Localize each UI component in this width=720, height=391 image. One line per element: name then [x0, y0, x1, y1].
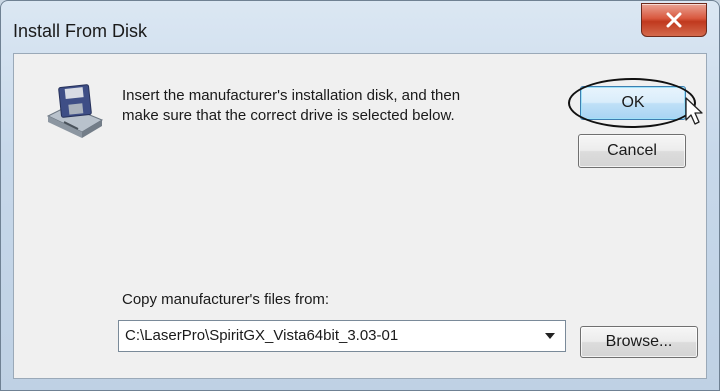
copy-from-combobox[interactable]: C:\LaserPro\SpiritGX_Vista64bit_3.03-01 — [118, 320, 566, 352]
instruction-text: Insert the manufacturer's installation d… — [122, 86, 542, 126]
close-button[interactable] — [641, 3, 707, 37]
mouse-cursor-icon — [685, 97, 703, 125]
chevron-down-icon[interactable] — [545, 333, 555, 339]
copy-from-path[interactable]: C:\LaserPro\SpiritGX_Vista64bit_3.03-01 — [125, 327, 398, 344]
close-icon — [666, 12, 682, 28]
copy-from-label: Copy manufacturer's files from: — [122, 291, 330, 308]
floppy-disk-drive-icon — [46, 84, 104, 138]
instruction-line-2: make sure that the correct drive is sele… — [122, 107, 455, 124]
instruction-line-1: Insert the manufacturer's installation d… — [122, 87, 461, 104]
dialog-title: Install From Disk — [13, 21, 148, 41]
title-bar[interactable]: Install From Disk — [1, 1, 719, 53]
install-from-disk-dialog: Install From Disk Insert the manufacture… — [0, 0, 720, 391]
browse-button[interactable]: Browse... — [580, 326, 698, 358]
cancel-button[interactable]: Cancel — [578, 134, 686, 168]
dialog-body: Insert the manufacturer's installation d… — [13, 53, 707, 379]
ok-button[interactable]: OK — [580, 86, 686, 120]
